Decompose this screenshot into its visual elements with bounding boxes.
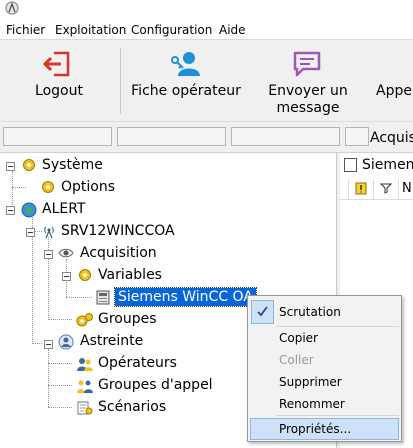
user-key-icon bbox=[171, 52, 200, 76]
expander-systeme[interactable] bbox=[6, 162, 15, 171]
gear-icon bbox=[23, 159, 35, 171]
status-field-2 bbox=[117, 127, 226, 146]
status-field-4 bbox=[345, 127, 369, 146]
tree-line bbox=[66, 297, 92, 298]
tree-line bbox=[48, 407, 72, 408]
menu-fichier[interactable]: Fichier bbox=[6, 23, 45, 37]
gear-icon bbox=[79, 269, 91, 281]
context-menu: Scrutation Copier Coller Supprimer Renom… bbox=[247, 295, 402, 442]
tree-node-siemens[interactable]: Siemens WinCC OA bbox=[114, 287, 257, 307]
list-column-last[interactable]: N bbox=[402, 181, 412, 196]
menu-item-proprietes[interactable]: Propriétés... bbox=[279, 421, 351, 437]
warning-doc-icon bbox=[355, 182, 367, 195]
menu-item-supprimer[interactable]: Supprimer bbox=[279, 374, 342, 390]
menu-item-renommer[interactable]: Renommer bbox=[279, 396, 345, 412]
tree-line bbox=[32, 343, 42, 344]
logout-button[interactable]: Logout bbox=[0, 40, 118, 121]
detail-pane-title: Siemen bbox=[362, 157, 413, 173]
gear-icon bbox=[42, 181, 54, 193]
envoyer-label-line2: message bbox=[276, 100, 340, 116]
tree-node-scenarios[interactable]: Scénarios bbox=[98, 398, 166, 416]
app-icon bbox=[5, 1, 19, 15]
menu-item-scrutation[interactable]: Scrutation bbox=[279, 304, 341, 320]
logout-icon bbox=[42, 51, 70, 77]
list-header: N bbox=[340, 179, 413, 200]
toolbar: Logout Fiche opérateur Envoyer un messag… bbox=[0, 39, 413, 121]
tree-node-variables[interactable]: Variables bbox=[98, 266, 162, 284]
menu-separator bbox=[276, 326, 399, 327]
expander-astreinte[interactable] bbox=[44, 340, 53, 349]
user-group-icon bbox=[77, 380, 93, 393]
appel-label: Appel bbox=[376, 83, 413, 99]
tree-line bbox=[48, 363, 72, 364]
gear-group-icon bbox=[76, 313, 93, 327]
tree-node-systeme[interactable]: Système bbox=[42, 156, 103, 174]
tree-node-groupes[interactable]: Groupes bbox=[98, 310, 157, 328]
acquisition-status-label: Acquis bbox=[370, 130, 413, 146]
globe-icon bbox=[21, 202, 37, 218]
antenna-icon bbox=[44, 226, 54, 239]
tree-node-options[interactable]: Options bbox=[61, 178, 115, 196]
checkmark-box bbox=[251, 300, 274, 324]
tree-line bbox=[48, 385, 72, 386]
envoyer-message-button[interactable]: Envoyer un message bbox=[252, 40, 364, 121]
expander-server[interactable] bbox=[26, 228, 35, 237]
menu-exploitation[interactable]: Exploitation bbox=[55, 23, 126, 37]
tree-line bbox=[12, 171, 13, 209]
expander-acquisition[interactable] bbox=[44, 250, 53, 259]
filter-icon bbox=[380, 183, 392, 194]
tree-line bbox=[12, 187, 26, 188]
message-icon bbox=[293, 51, 321, 77]
document-icon bbox=[344, 158, 357, 172]
tree-node-server[interactable]: SRV12WINCCOA bbox=[61, 222, 175, 240]
scenario-icon bbox=[77, 401, 93, 415]
envoyer-label-line1: Envoyer un bbox=[268, 83, 348, 99]
expander-variables[interactable] bbox=[62, 272, 71, 281]
users-icon bbox=[77, 358, 93, 371]
menu-aide[interactable]: Aide bbox=[219, 23, 246, 37]
list-column-blank[interactable] bbox=[340, 179, 349, 199]
title-bar bbox=[0, 0, 413, 20]
fiche-operateur-button[interactable]: Fiche opérateur bbox=[128, 40, 244, 121]
person-badge-icon bbox=[58, 334, 74, 350]
status-row: Acquis bbox=[0, 121, 413, 153]
status-field-1 bbox=[3, 127, 112, 146]
logout-label: Logout bbox=[35, 83, 83, 99]
list-column-filter[interactable] bbox=[374, 179, 399, 199]
device-icon bbox=[96, 290, 110, 305]
menu-item-copier[interactable]: Copier bbox=[279, 330, 318, 346]
appel-button[interactable]: Appel bbox=[370, 40, 413, 121]
status-field-3 bbox=[231, 127, 340, 146]
tree-node-alert[interactable]: ALERT bbox=[42, 200, 85, 218]
tree-node-acquisition[interactable]: Acquisition bbox=[80, 244, 157, 262]
tree-node-astreinte[interactable]: Astreinte bbox=[80, 332, 143, 350]
menu-item-coller[interactable]: Coller bbox=[279, 352, 314, 368]
tree-line bbox=[48, 319, 72, 320]
eye-icon bbox=[58, 248, 74, 258]
checkmark-icon bbox=[257, 306, 268, 317]
list-column-status[interactable] bbox=[349, 179, 374, 199]
toolbar-separator bbox=[120, 48, 121, 114]
menu-separator bbox=[276, 415, 399, 416]
tree-line bbox=[48, 349, 49, 407]
fiche-operateur-label: Fiche opérateur bbox=[131, 83, 241, 99]
tree-node-operateurs[interactable]: Opérateurs bbox=[98, 354, 177, 372]
expander-alert[interactable] bbox=[6, 206, 15, 215]
menu-configuration[interactable]: Configuration bbox=[131, 23, 212, 37]
tree-node-groupes-appel[interactable]: Groupes d'appel bbox=[98, 376, 213, 394]
menu-bar: Fichier Exploitation Configuration Aide bbox=[0, 20, 413, 39]
